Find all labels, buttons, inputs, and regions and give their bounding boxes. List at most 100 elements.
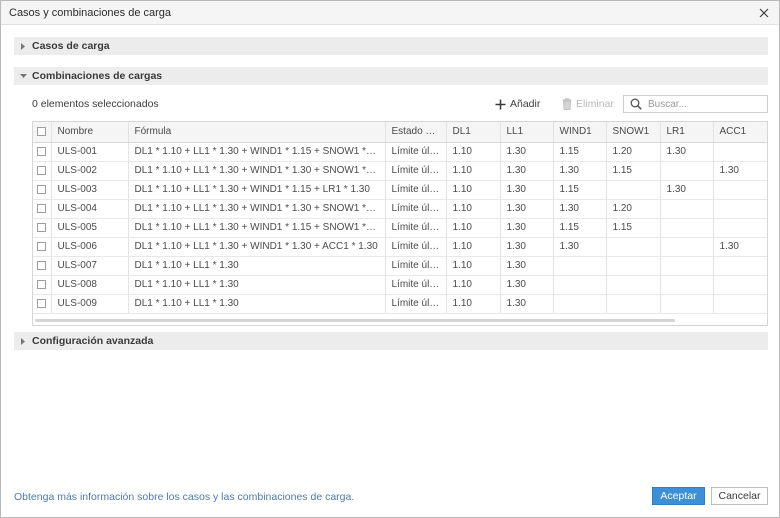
row-checkbox[interactable] [37, 260, 47, 270]
chevron-right-icon [14, 42, 32, 50]
table-row[interactable]: ULS-006 DL1 * 1.10 + LL1 * 1.30 + WIND1 *… [33, 237, 767, 257]
table-cell [713, 199, 767, 219]
title-bar: Casos y combinaciones de carga [1, 1, 779, 25]
table-row[interactable]: ULS-003 DL1 * 1.10 + LL1 * 1.30 + WIND1 *… [33, 180, 767, 200]
section-load-cases[interactable]: Casos de carga [14, 37, 768, 55]
close-button[interactable] [755, 4, 773, 22]
table-cell: ULS-005 [51, 218, 129, 238]
chevron-right-icon [14, 337, 32, 345]
row-select-cell[interactable] [33, 142, 52, 162]
column-header[interactable]: WIND1 [553, 122, 607, 143]
table-row[interactable]: ULS-004 DL1 * 1.10 + LL1 * 1.30 + WIND1 *… [33, 199, 767, 219]
table-cell: 1.10 [446, 218, 501, 238]
row-checkbox[interactable] [37, 222, 47, 232]
table-cell: Límite últ... [385, 294, 447, 314]
table-row[interactable]: ULS-007 DL1 * 1.10 + LL1 * 1.30 Límite últ… [33, 256, 767, 276]
cancel-button[interactable]: Cancelar [711, 487, 768, 505]
trash-icon [562, 98, 572, 110]
table-cell: 1.10 [446, 275, 501, 295]
section-advanced[interactable]: Configuración avanzada [14, 332, 768, 350]
table-cell: Límite últ... [385, 199, 447, 219]
table-cell: 1.30 [500, 161, 554, 181]
table-cell: 1.15 [606, 161, 661, 181]
table-cell: ULS-009 [51, 294, 129, 314]
table-cell [660, 199, 714, 219]
row-select-cell[interactable] [33, 161, 52, 181]
table-row[interactable]: ULS-009 DL1 * 1.10 + LL1 * 1.30 Límite últ… [33, 294, 767, 314]
accept-button[interactable]: Aceptar [652, 487, 705, 505]
row-checkbox[interactable] [37, 165, 47, 175]
table-cell: ULS-007 [51, 256, 129, 276]
chevron-down-icon [14, 73, 32, 79]
table-cell [713, 275, 767, 295]
table-cell: 1.15 [553, 180, 607, 200]
row-select-cell[interactable] [33, 275, 52, 295]
table-cell [606, 237, 661, 257]
table-cell: 1.30 [660, 142, 714, 162]
search-input[interactable] [648, 98, 758, 110]
table-header-row: Nombre Fórmula Estado D... DL1 LL1 WIND1… [33, 122, 767, 143]
table-row[interactable]: ULS-005 DL1 * 1.10 + LL1 * 1.30 + WIND1 *… [33, 218, 767, 238]
table-row[interactable]: ULS-002 DL1 * 1.10 + LL1 * 1.30 + WIND1 *… [33, 161, 767, 181]
row-select-cell[interactable] [33, 199, 52, 219]
horizontal-scrollbar[interactable] [35, 319, 675, 322]
help-link[interactable]: Obtenga más información sobre los casos … [14, 491, 354, 503]
column-header[interactable]: LL1 [500, 122, 554, 143]
delete-button[interactable]: Eliminar [562, 96, 614, 112]
search-box[interactable] [623, 95, 768, 113]
row-checkbox[interactable] [37, 146, 47, 156]
column-header[interactable]: SNOW1 [606, 122, 661, 143]
table-cell [553, 256, 607, 276]
table-row[interactable]: ULS-008 DL1 * 1.10 + LL1 * 1.30 Límite últ… [33, 275, 767, 295]
table-row[interactable]: ULS-001 DL1 * 1.10 + LL1 * 1.30 + WIND1 *… [33, 142, 767, 162]
table-cell [606, 275, 661, 295]
table-cell: DL1 * 1.10 + LL1 * 1.30 + WIND1 * 1.15 +… [128, 218, 386, 238]
table-cell: 1.15 [606, 218, 661, 238]
table-cell: 1.30 [553, 161, 607, 181]
row-select-cell[interactable] [33, 294, 52, 314]
select-all-checkbox[interactable] [37, 127, 47, 137]
row-checkbox[interactable] [37, 203, 47, 213]
plus-icon [495, 99, 506, 109]
column-header[interactable]: ACC1 [713, 122, 767, 143]
select-all-cell[interactable] [33, 122, 52, 143]
load-combinations-dialog: Casos y combinaciones de carga Casos de … [0, 0, 780, 518]
table-cell: DL1 * 1.10 + LL1 * 1.30 + WIND1 * 1.30 +… [128, 199, 386, 219]
table-cell [713, 180, 767, 200]
section-label: Configuración avanzada [32, 335, 154, 347]
table-cell: 1.15 [553, 142, 607, 162]
column-header[interactable]: Nombre [51, 122, 129, 143]
table-cell: 1.10 [446, 161, 501, 181]
table-cell: Límite últ... [385, 237, 447, 257]
table-cell [553, 294, 607, 314]
column-header[interactable]: Estado D... [385, 122, 447, 143]
row-checkbox[interactable] [37, 279, 47, 289]
table-cell: DL1 * 1.10 + LL1 * 1.30 + WIND1 * 1.30 +… [128, 161, 386, 181]
column-header[interactable]: LR1 [660, 122, 714, 143]
table-cell [606, 294, 661, 314]
table-cell: DL1 * 1.10 + LL1 * 1.30 + WIND1 * 1.30 +… [128, 237, 386, 257]
table-cell: Límite últ... [385, 275, 447, 295]
row-select-cell[interactable] [33, 256, 52, 276]
table-cell: 1.30 [660, 180, 714, 200]
table-cell: 1.30 [500, 275, 554, 295]
row-select-cell[interactable] [33, 237, 52, 257]
column-header[interactable]: DL1 [446, 122, 501, 143]
row-checkbox[interactable] [37, 241, 47, 251]
add-button[interactable]: Añadir [495, 96, 540, 112]
add-label: Añadir [510, 98, 541, 110]
section-combinations[interactable]: Combinaciones de cargas [14, 67, 768, 85]
table-cell: 1.30 [500, 180, 554, 200]
table-cell: 1.10 [446, 256, 501, 276]
table-cell [713, 218, 767, 238]
row-checkbox[interactable] [37, 298, 47, 308]
table-cell: DL1 * 1.10 + LL1 * 1.30 + WIND1 * 1.15 +… [128, 142, 386, 162]
column-header[interactable]: Fórmula [128, 122, 386, 143]
row-select-cell[interactable] [33, 180, 52, 200]
row-select-cell[interactable] [33, 218, 52, 238]
row-checkbox[interactable] [37, 184, 47, 194]
delete-label: Eliminar [576, 98, 614, 110]
table-cell: ULS-004 [51, 199, 129, 219]
table-cell: 1.30 [553, 199, 607, 219]
table-cell: ULS-001 [51, 142, 129, 162]
